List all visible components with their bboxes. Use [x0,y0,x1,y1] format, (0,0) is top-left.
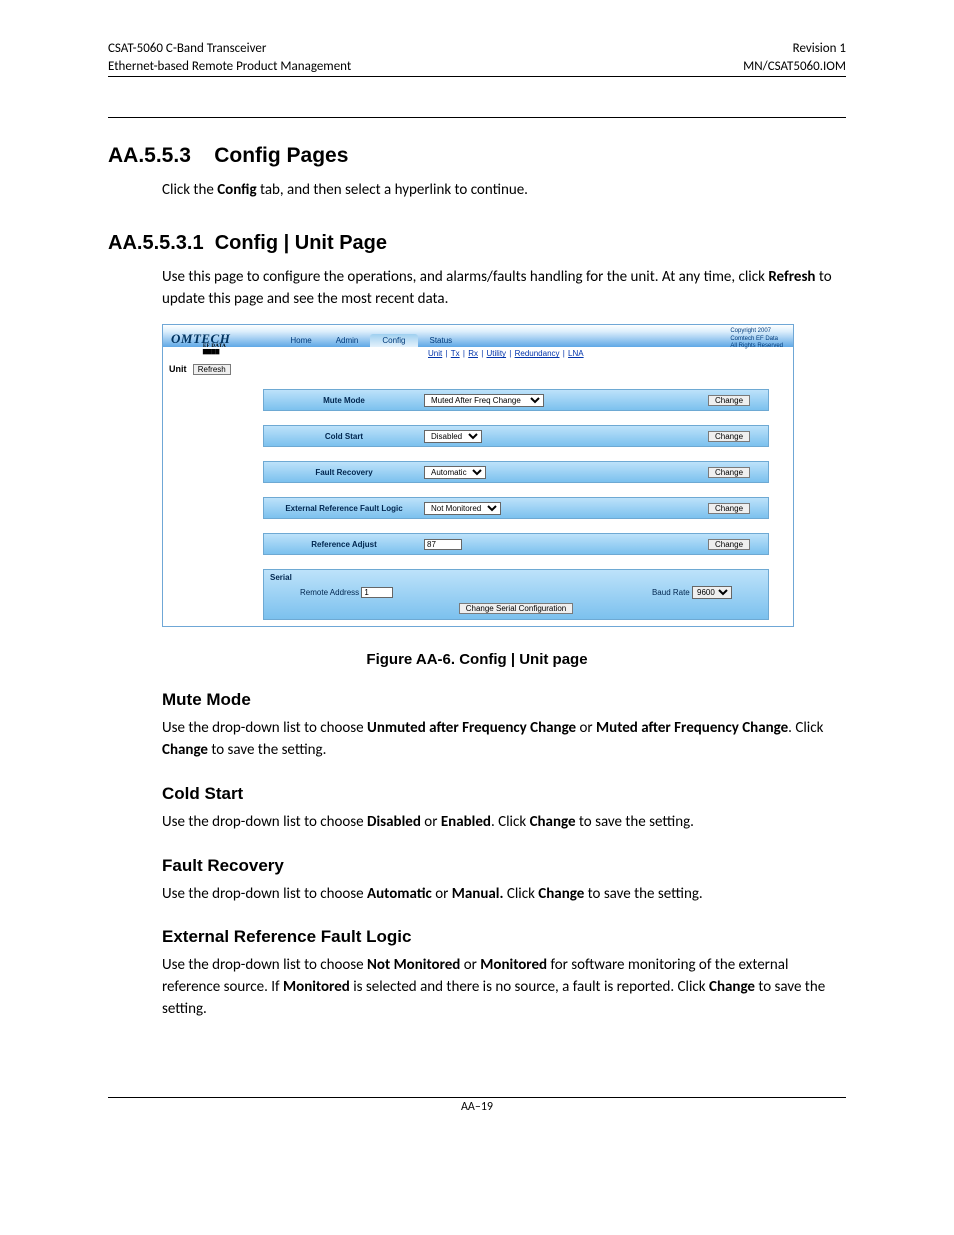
remote-address-label: Remote Address [300,588,359,597]
change-button[interactable]: Change [708,431,750,442]
config-row: External Reference Fault LogicNot Monito… [263,497,769,519]
config-row-label: Mute Mode [264,396,424,405]
hdr-left-2: Ethernet-based Remote Product Management [108,59,351,74]
unit-refresh-bar: Unit Refresh [163,360,793,375]
config-select[interactable]: Not Monitored [424,502,501,515]
config-row: Cold StartDisabled Change [263,425,769,447]
heading-fault-recovery: Fault Recovery [162,856,846,876]
remote-address-input[interactable] [361,587,393,598]
para-config-pages: Click the Config tab, and then select a … [162,180,846,202]
heading-config-pages: AA.5.5.3 Config Pages [108,144,846,168]
tab-status[interactable]: Status [418,334,465,347]
tab-admin[interactable]: Admin [324,334,371,347]
config-select[interactable]: Disabled [424,430,482,443]
config-row-label: Reference Adjust [264,540,424,549]
figure-caption: Figure AA-6. Config | Unit page [108,651,846,668]
subnav-lna[interactable]: LNA [568,349,584,358]
change-button[interactable]: Change [708,539,750,550]
hdr-right-1: Revision 1 [793,41,846,56]
screenshot-config-unit: OMTECH EF DATA ▇▇▇▇ Home Admin Config St… [162,324,794,627]
config-row: Mute ModeMuted After Freq Change Change [263,389,769,411]
para-fault-recovery: Use the drop-down list to choose Automat… [162,884,846,906]
subnav-utility[interactable]: Utility [487,349,507,358]
hdr-right-2: MN/CSAT5060.IOM [743,59,846,74]
copyright-text: Copyright 2007 Comtech EF Data All Right… [730,328,783,350]
config-text-input[interactable] [424,539,462,550]
tab-home[interactable]: Home [278,334,323,347]
brand-subtext: EF DATA ▇▇▇▇ [203,344,238,355]
baud-rate-select[interactable]: 9600 [692,586,732,599]
change-serial-config-button[interactable]: Change Serial Configuration [459,603,574,614]
config-row: Reference Adjust Change [263,533,769,555]
subnav-tx[interactable]: Tx [451,349,460,358]
heading-config-unit: AA.5.5.3.1 Config | Unit Page [108,232,846,255]
tab-config[interactable]: Config [370,334,417,347]
change-button[interactable]: Change [708,467,750,478]
config-row-label: Cold Start [264,432,424,441]
para-config-unit: Use this page to configure the operation… [162,267,846,311]
heading-cold-start: Cold Start [162,784,846,804]
hdr-left-1: CSAT-5060 C-Band Transceiver [108,41,266,56]
serial-section: Serial Remote Address Baud Rate 9600 Chang… [263,569,769,620]
heading-ext-ref: External Reference Fault Logic [162,927,846,947]
para-ext-ref: Use the drop-down list to choose Not Mon… [162,955,846,1020]
screenshot-tabbar: OMTECH EF DATA ▇▇▇▇ Home Admin Config St… [163,325,793,347]
config-row: Fault RecoveryAutomatic Change [263,461,769,483]
subnav-redundancy[interactable]: Redundancy [515,349,560,358]
running-header: CSAT-5060 C-Band Transceiver Ethernet-ba… [108,40,846,77]
heading-mute-mode: Mute Mode [162,690,846,710]
para-mute-mode: Use the drop-down list to choose Unmuted… [162,718,846,762]
subnav-unit[interactable]: Unit [428,349,442,358]
change-button[interactable]: Change [708,503,750,514]
unit-label: Unit [169,364,187,374]
refresh-button[interactable]: Refresh [193,364,231,375]
config-select[interactable]: Automatic [424,466,486,479]
page-number: AA–19 [108,1097,846,1114]
config-row-label: External Reference Fault Logic [264,504,424,513]
subnav-rx[interactable]: Rx [468,349,478,358]
brand-logo: OMTECH EF DATA ▇▇▇▇ [163,329,238,347]
change-button[interactable]: Change [708,395,750,406]
config-row-label: Fault Recovery [264,468,424,477]
baud-rate-label: Baud Rate [652,588,690,597]
header-rule [108,117,846,118]
config-select[interactable]: Muted After Freq Change [424,394,544,407]
serial-title: Serial [270,573,762,582]
screenshot-subnav: Unit | Tx | Rx | Utility | Redundancy | … [163,347,793,360]
para-cold-start: Use the drop-down list to choose Disable… [162,812,846,834]
